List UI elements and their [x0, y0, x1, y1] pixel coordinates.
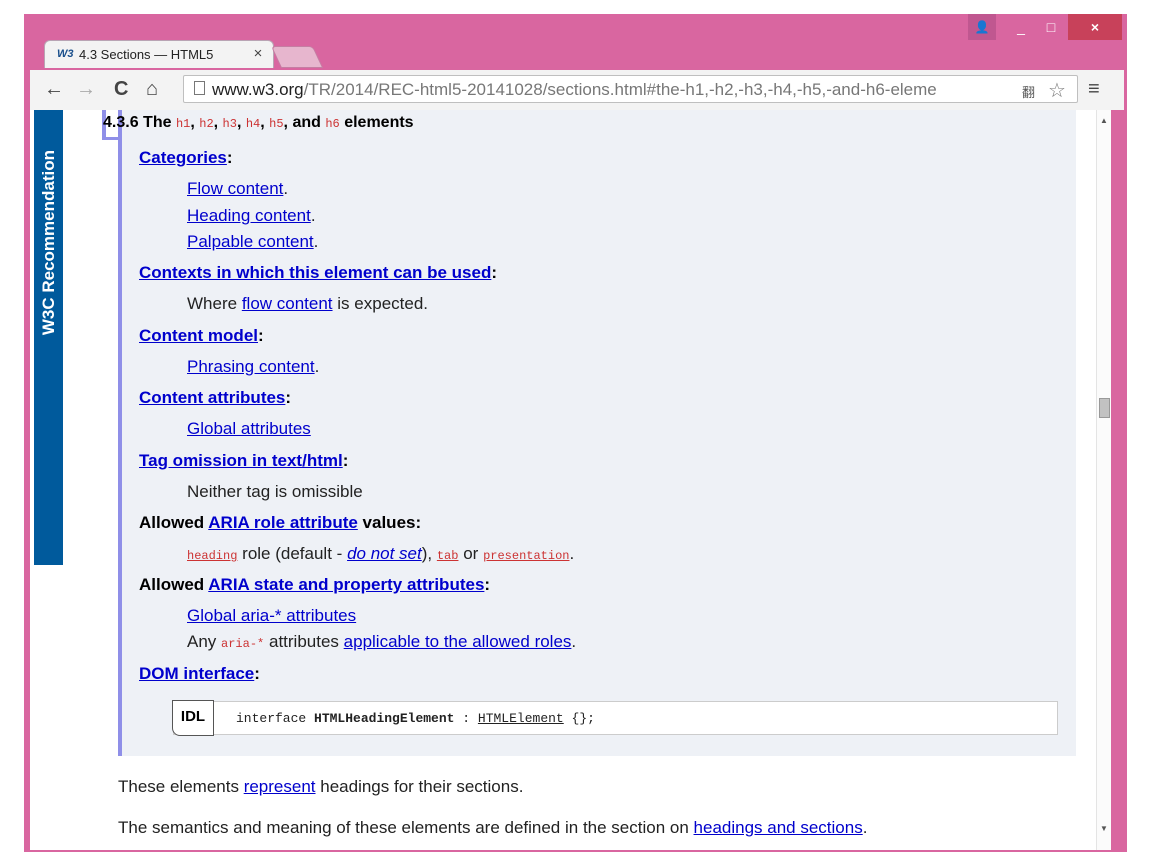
- scroll-up-arrow-icon[interactable]: ▲: [1100, 116, 1108, 125]
- url-path: /TR/2014/REC-html5-20141028/sections.htm…: [303, 80, 937, 99]
- reload-button[interactable]: C: [114, 78, 128, 101]
- content-model-term: Content model:: [139, 326, 264, 345]
- aria-state-term: Allowed ARIA state and property attribut…: [139, 575, 491, 594]
- browser-toolbar: ← → C ⌂ www.w3.org/TR/2014/REC-html5-201…: [30, 70, 1124, 110]
- paragraph-represent: These elements represent headings for th…: [118, 777, 524, 796]
- aria-role-term: Allowed ARIA role attribute values:: [139, 513, 422, 532]
- flow-content-link[interactable]: Flow content: [187, 179, 283, 198]
- applicable-roles-link[interactable]: applicable to the allowed roles: [344, 632, 572, 651]
- aria-state-value: Global aria-* attributes: [187, 606, 356, 626]
- aria-state-link[interactable]: ARIA state and property attributes: [208, 575, 484, 594]
- idl-label: IDL: [172, 700, 214, 736]
- flow-content-context-link[interactable]: flow content: [242, 294, 333, 313]
- dom-interface-link[interactable]: DOM interface: [139, 664, 254, 683]
- side-tag-label: W3C Recommendation: [38, 150, 58, 336]
- represent-link[interactable]: represent: [244, 777, 316, 796]
- w3c-recommendation-tag[interactable]: W3C Recommendation: [34, 110, 63, 565]
- presentation-role-link[interactable]: presentation: [483, 549, 569, 563]
- page-viewport: W3C Recommendation 4.3.6 The h1, h2, h3,…: [30, 110, 1110, 850]
- tab-role-link[interactable]: tab: [437, 549, 459, 563]
- aria-role-link[interactable]: ARIA role attribute: [208, 513, 358, 532]
- category-item: Palpable content.: [187, 232, 319, 251]
- minimize-button[interactable]: _: [1006, 14, 1036, 40]
- maximize-button[interactable]: □: [1036, 14, 1066, 40]
- categories-term: Categories:: [139, 148, 233, 167]
- contexts-value: Where flow content is expected.: [187, 294, 429, 313]
- address-bar[interactable]: www.w3.org/TR/2014/REC-html5-20141028/se…: [183, 75, 1078, 103]
- user-icon[interactable]: 👤: [968, 14, 996, 40]
- section-heading: 4.3.6 The h1, h2, h3, h4, h5, and h6 ele…: [103, 114, 414, 131]
- url-text[interactable]: www.w3.org/TR/2014/REC-html5-20141028/se…: [212, 80, 1012, 100]
- category-item: Flow content.: [187, 179, 289, 198]
- content-model-value: Phrasing content.: [187, 357, 320, 376]
- phrasing-content-link[interactable]: Phrasing content: [187, 357, 315, 376]
- page-icon: [194, 81, 205, 95]
- contexts-link[interactable]: Contexts in which this element can be us…: [139, 263, 491, 282]
- translate-icon[interactable]: 翻: [1022, 82, 1035, 101]
- aria-state-any: Any aria-* attributes applicable to the …: [187, 632, 577, 651]
- aria-role-value: heading role (default - do not set), tab…: [187, 544, 575, 563]
- dom-interface-term: DOM interface:: [139, 664, 260, 683]
- tab-title: 4.3 Sections — HTML5: [79, 47, 214, 62]
- content-model-link[interactable]: Content model: [139, 326, 258, 345]
- htmlelement-link[interactable]: HTMLElement: [478, 711, 564, 726]
- headings-sections-link[interactable]: headings and sections: [694, 818, 863, 837]
- global-attributes-link[interactable]: Global attributes: [187, 419, 311, 438]
- tag-omission-value: Neither tag is omissible: [187, 482, 363, 501]
- content-attributes-value: Global attributes: [187, 419, 311, 439]
- url-host: www.w3.org: [212, 80, 304, 99]
- tag-omission-term: Tag omission in text/html:: [139, 451, 349, 470]
- paragraph-semantics: The semantics and meaning of these eleme…: [118, 818, 868, 837]
- global-aria-link[interactable]: Global aria-* attributes: [187, 606, 356, 625]
- palpable-content-link[interactable]: Palpable content: [187, 232, 314, 251]
- w3c-favicon-icon: W3: [57, 48, 74, 60]
- home-button[interactable]: ⌂: [146, 78, 158, 101]
- heading-role-link[interactable]: heading: [187, 549, 237, 563]
- heading-content-link[interactable]: Heading content: [187, 206, 311, 225]
- do-not-set-link[interactable]: do not set: [347, 544, 422, 563]
- scroll-down-arrow-icon[interactable]: ▼: [1100, 824, 1108, 833]
- scrollbar-thumb[interactable]: [1099, 398, 1110, 418]
- contexts-term: Contexts in which this element can be us…: [139, 263, 498, 282]
- tag-omission-link[interactable]: Tag omission in text/html: [139, 451, 343, 470]
- tab-close-icon[interactable]: ×: [250, 45, 266, 62]
- menu-icon[interactable]: ≡: [1088, 78, 1100, 101]
- close-window-button[interactable]: ×: [1068, 14, 1122, 40]
- idl-code: interface HTMLHeadingElement : HTMLEleme…: [236, 711, 595, 726]
- categories-link[interactable]: Categories: [139, 148, 227, 167]
- idl-block: IDL interface HTMLHeadingElement : HTMLE…: [172, 700, 1058, 736]
- content-attributes-term: Content attributes:: [139, 388, 292, 407]
- section-bar-corner: [102, 137, 122, 140]
- vertical-scrollbar[interactable]: ▲ ▼: [1096, 110, 1111, 850]
- back-button[interactable]: ←: [44, 78, 64, 101]
- content-attributes-link[interactable]: Content attributes: [139, 388, 285, 407]
- category-item: Heading content.: [187, 206, 316, 225]
- browser-tab[interactable]: W3 4.3 Sections — HTML5 ×: [44, 40, 274, 68]
- forward-button[interactable]: →: [76, 78, 96, 101]
- bookmark-star-icon[interactable]: ☆: [1048, 78, 1066, 103]
